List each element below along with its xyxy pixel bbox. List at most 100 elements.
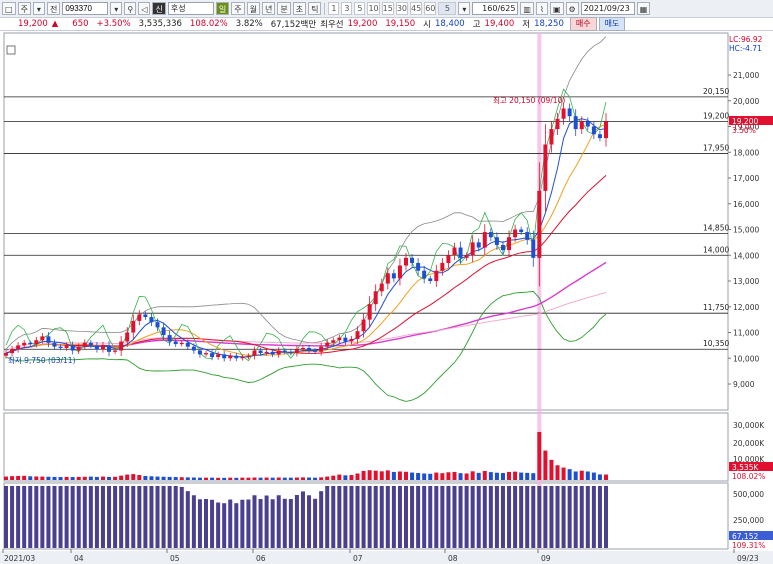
volume-bar: [391, 471, 396, 480]
volume-bar: [222, 477, 227, 480]
candle-body: [440, 262, 445, 271]
value-bar: [452, 486, 457, 548]
candle-body: [28, 342, 33, 345]
volume-bar: [591, 472, 596, 480]
value-tick-label: 500,000: [733, 490, 764, 499]
value-bar: [161, 486, 166, 548]
value-bar: [70, 486, 75, 548]
value-bar: [494, 486, 499, 548]
value-bar: [137, 486, 142, 548]
volume-bar: [167, 476, 172, 480]
volume-bar: [464, 473, 469, 480]
value-bar: [270, 499, 275, 548]
value-bar: [216, 502, 221, 548]
volume-bar: [313, 477, 318, 480]
volume-bar: [185, 477, 190, 480]
value-bar: [228, 499, 233, 548]
value-bar: [107, 486, 112, 548]
chart-settings-icon[interactable]: [6, 45, 16, 55]
value-bar: [458, 486, 463, 548]
candle-body: [543, 144, 548, 191]
value-bar: [294, 495, 299, 548]
lc-indicator-label: LC:96.92: [729, 35, 763, 44]
value-bar: [446, 486, 451, 548]
volume-bar: [82, 476, 87, 480]
value-bar: [246, 499, 251, 548]
value-bar: [197, 499, 202, 548]
value-bar: [379, 486, 384, 548]
volume-bar: [100, 476, 105, 480]
volume-bar: [373, 470, 378, 480]
value-bar: [64, 486, 69, 548]
candle-body: [500, 244, 505, 251]
volume-bar: [216, 477, 221, 480]
level-label: 14,850: [703, 223, 729, 232]
candle-body: [597, 134, 602, 139]
candle-body: [282, 350, 287, 352]
candle-body: [216, 354, 221, 357]
volume-bar: [307, 477, 312, 480]
value-bar: [397, 486, 402, 548]
candle-body: [410, 257, 415, 263]
value-bar: [125, 486, 130, 548]
volume-bar: [137, 475, 142, 480]
candle-body: [519, 229, 524, 233]
candle-body: [58, 346, 63, 348]
value-bar: [307, 495, 312, 548]
volume-bar: [234, 477, 239, 480]
volume-bar: [337, 474, 342, 480]
candle-body: [549, 129, 554, 145]
candle-body: [119, 341, 124, 351]
volume-bar: [76, 476, 81, 480]
value-bar: [52, 486, 57, 548]
candle-body: [307, 347, 312, 351]
volume-bar: [561, 467, 566, 480]
price-tick-label: 18,000: [733, 148, 759, 157]
volume-bar: [488, 472, 493, 480]
oscillator-line: [5, 88, 607, 362]
candle-body: [264, 351, 269, 354]
volume-bar: [325, 476, 330, 480]
stock-chart[interactable]: 20,150 19,200 17,950 14,850 14,000 11,750 10,3…: [0, 0, 773, 564]
volume-bar: [28, 476, 33, 480]
value-bar: [373, 486, 378, 548]
value-bar: [391, 486, 396, 548]
candle-body: [143, 314, 148, 318]
value-bar: [464, 486, 469, 548]
volume-bar: [531, 473, 536, 480]
volume-bar: [16, 475, 21, 480]
candle-body: [458, 247, 463, 258]
candle-body: [197, 350, 202, 355]
volume-bar: [549, 459, 554, 480]
date-tick-label: 06: [256, 554, 266, 563]
value-bar: [222, 503, 227, 548]
volume-bar: [70, 477, 75, 480]
candle-body: [149, 317, 154, 323]
ma5-line: [5, 118, 607, 358]
volume-bar: [379, 471, 384, 480]
volume-series: [4, 431, 608, 480]
value-bar: [191, 495, 196, 548]
value-bar: [252, 495, 257, 548]
price-tick-label: 11,000: [733, 329, 759, 338]
candle-body: [46, 336, 51, 343]
value-bar: [300, 491, 305, 548]
volume-bar: [300, 477, 305, 480]
volume-bar: [270, 477, 275, 480]
value-bar: [46, 486, 51, 548]
volume-bar: [88, 476, 93, 480]
date-tick-label: 05: [170, 554, 180, 563]
volume-bar: [361, 471, 366, 480]
price-tick-label: 17,000: [733, 174, 759, 183]
value-bar: [10, 486, 15, 548]
candle-body: [428, 278, 433, 281]
volume-bar: [579, 470, 584, 480]
price-tick-label: 12,000: [733, 303, 759, 312]
volume-bar: [397, 471, 402, 480]
high-annotation: 최고 20,150 (09/10): [493, 95, 565, 105]
value-bar: [28, 486, 33, 548]
value-bar: [100, 486, 105, 548]
value-bar: [440, 486, 445, 548]
candle-body: [234, 355, 239, 359]
candle-body: [470, 242, 475, 256]
